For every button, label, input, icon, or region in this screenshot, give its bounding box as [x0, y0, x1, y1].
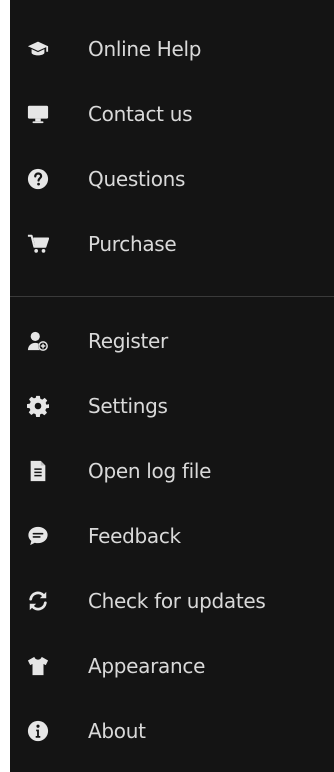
document-icon: [26, 459, 50, 483]
menu-divider: [10, 296, 334, 297]
graduation-cap-icon: [26, 37, 50, 61]
menu-item-open-log-file[interactable]: Open log file: [10, 439, 334, 503]
menu-item-label: Register: [88, 329, 168, 353]
menu-item-label: Contact us: [88, 102, 193, 126]
menu-item-label: About: [88, 719, 146, 743]
menu-item-contact-us[interactable]: Contact us: [10, 82, 334, 146]
menu-item-label: Open log file: [88, 459, 212, 483]
info-circle-icon: [26, 719, 50, 743]
user-plus-icon: [26, 329, 50, 353]
app-menu-panel: Online Help Contact us Questions Purchas…: [10, 0, 334, 772]
menu-item-online-help[interactable]: Online Help: [10, 17, 334, 81]
menu-item-label: Purchase: [88, 232, 177, 256]
monitor-icon: [26, 102, 50, 126]
menu-item-label: Settings: [88, 394, 168, 418]
menu-item-settings[interactable]: Settings: [10, 374, 334, 438]
menu-item-about[interactable]: About: [10, 699, 334, 763]
menu-item-register[interactable]: Register: [10, 309, 334, 373]
menu-item-label: Check for updates: [88, 589, 266, 613]
menu-item-label: Online Help: [88, 37, 202, 61]
chat-bubble-icon: [26, 524, 50, 548]
menu-item-label: Appearance: [88, 654, 206, 678]
shopping-cart-icon: [26, 232, 50, 256]
menu-item-feedback[interactable]: Feedback: [10, 504, 334, 568]
menu-item-purchase[interactable]: Purchase: [10, 212, 334, 276]
menu-item-label: Feedback: [88, 524, 181, 548]
gear-icon: [26, 394, 50, 418]
t-shirt-icon: [26, 654, 50, 678]
menu-item-questions[interactable]: Questions: [10, 147, 334, 211]
menu-item-check-for-updates[interactable]: Check for updates: [10, 569, 334, 633]
refresh-icon: [26, 589, 50, 613]
question-circle-icon: [26, 167, 50, 191]
menu-item-label: Questions: [88, 167, 186, 191]
menu-item-appearance[interactable]: Appearance: [10, 634, 334, 698]
